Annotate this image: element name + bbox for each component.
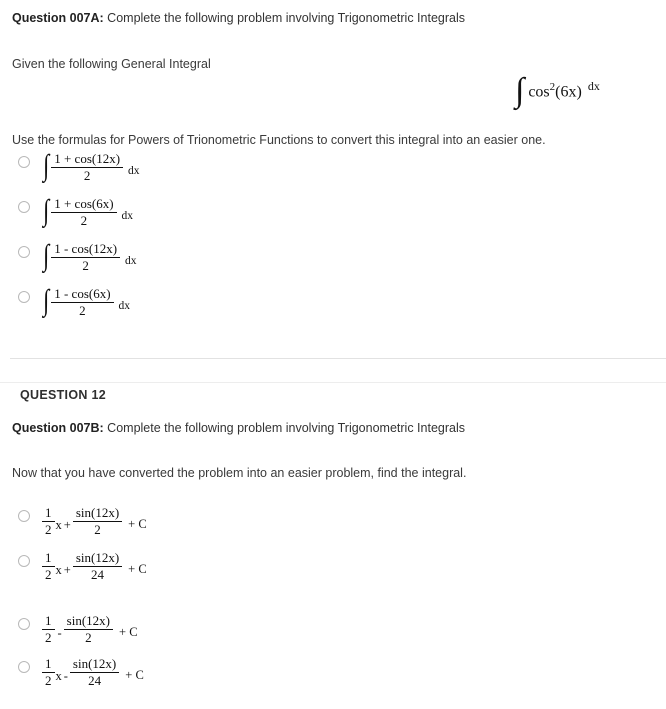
fraction: 1 + cos(12x) 2: [51, 152, 124, 183]
integral-symbol: ∫: [515, 72, 525, 109]
displayed-integral: ∫ cos2(6x) dx: [515, 72, 600, 110]
denominator: 2: [83, 167, 91, 183]
numerator: 1 + cos(12x): [51, 152, 124, 168]
operator: -: [57, 625, 62, 640]
question-007b-label: Question 007B:: [12, 421, 104, 435]
numerator: 1: [42, 551, 55, 567]
differential: dx: [587, 78, 600, 93]
numerator: 1 - cos(12x): [51, 242, 121, 258]
radio-b-option-1[interactable]: [18, 510, 30, 522]
quiz-page: Question 007A: Complete the following pr…: [0, 0, 666, 709]
section-divider-bottom: [0, 382, 666, 383]
variable: x: [55, 562, 62, 577]
question-007a-title: Complete the following problem involving…: [107, 11, 465, 25]
fraction: 1 + cos(6x) 2: [51, 197, 117, 228]
radio-a-option-4[interactable]: [18, 291, 30, 303]
option-a-4[interactable]: ∫ 1 - cos(6x) 2 dx: [42, 284, 131, 318]
option-b-3[interactable]: 1 2 - sin(12x) 2 + C: [42, 614, 138, 644]
denominator: 2: [45, 629, 52, 645]
question-007b-title: Complete the following problem involving…: [107, 421, 465, 435]
constant-term: + C: [128, 561, 147, 576]
operator: +: [63, 517, 71, 532]
constant-term: + C: [119, 624, 138, 639]
radio-b-option-4[interactable]: [18, 661, 30, 673]
leading-fraction: 1 2: [42, 657, 55, 687]
denominator: 2: [85, 629, 92, 645]
fraction: sin(12x) 2: [72, 506, 123, 537]
numerator: sin(12x): [63, 614, 114, 630]
option-a-2[interactable]: ∫ 1 + cos(6x) 2 dx: [42, 194, 134, 228]
numerator: sin(12x): [69, 657, 120, 673]
question-007a-prompt: Given the following General Integral: [12, 57, 211, 71]
argument: (6x): [555, 83, 582, 101]
fraction: sin(12x) 24: [72, 551, 123, 582]
constant-term: + C: [128, 516, 147, 531]
denominator: 2: [45, 566, 52, 582]
question-007a-instruction: Use the formulas for Powers of Trionomet…: [12, 133, 546, 147]
integrand: cos2(6x): [528, 81, 581, 101]
leading-fraction: 1 2: [42, 551, 55, 581]
fraction: 1 - cos(12x) 2: [51, 242, 121, 273]
denominator: 2: [94, 521, 101, 537]
question-007b-prompt: Now that you have converted the problem …: [12, 466, 467, 480]
denominator: 24: [88, 672, 102, 688]
option-b-4[interactable]: 1 2 x - sin(12x) 24 + C: [42, 657, 144, 687]
fraction: sin(12x) 2: [63, 614, 114, 645]
section-title: QUESTION 12: [20, 388, 106, 402]
option-a-3[interactable]: ∫ 1 - cos(12x) 2 dx: [42, 239, 137, 273]
cos-function: cos: [528, 83, 550, 101]
denominator: 24: [90, 566, 104, 582]
integral-symbol: ∫: [43, 284, 50, 318]
denominator: 2: [45, 521, 52, 537]
constant-term: + C: [125, 667, 144, 682]
radio-a-option-1[interactable]: [18, 156, 30, 168]
denominator: 2: [82, 257, 89, 273]
question-007a-heading: Question 007A: Complete the following pr…: [12, 10, 465, 26]
numerator: sin(12x): [72, 506, 123, 522]
numerator: sin(12x): [72, 551, 123, 567]
differential: dx: [125, 255, 137, 268]
option-b-1[interactable]: 1 2 x + sin(12x) 2 + C: [42, 506, 147, 536]
radio-b-option-2[interactable]: [18, 555, 30, 567]
denominator: 2: [80, 212, 88, 228]
operator: +: [63, 562, 71, 577]
differential: dx: [118, 300, 131, 313]
variable: x: [55, 668, 62, 683]
numerator: 1 - cos(6x): [51, 287, 114, 303]
question-007a-label: Question 007A:: [12, 11, 104, 25]
denominator: 2: [45, 672, 52, 688]
numerator: 1: [42, 506, 55, 522]
denominator: 2: [79, 302, 86, 318]
leading-fraction: 1 2: [42, 614, 55, 644]
integral-symbol: ∫: [43, 239, 50, 273]
radio-b-option-3[interactable]: [18, 618, 30, 630]
leading-fraction: 1 2: [42, 506, 55, 536]
radio-a-option-3[interactable]: [18, 246, 30, 258]
integral-symbol: ∫: [43, 149, 50, 183]
numerator: 1: [42, 614, 55, 630]
option-a-1[interactable]: ∫ 1 + cos(12x) 2 dx: [42, 149, 140, 183]
fraction: 1 - cos(6x) 2: [51, 287, 114, 318]
numerator: 1: [42, 657, 55, 673]
radio-a-option-2[interactable]: [18, 201, 30, 213]
question-007b-heading: Question 007B: Complete the following pr…: [12, 420, 465, 436]
operator: -: [63, 668, 68, 683]
integral-symbol: ∫: [43, 194, 50, 228]
numerator: 1 + cos(6x): [51, 197, 117, 213]
fraction: sin(12x) 24: [69, 657, 120, 688]
section-divider-top: [10, 358, 666, 359]
differential: dx: [121, 210, 134, 223]
option-b-2[interactable]: 1 2 x + sin(12x) 24 + C: [42, 551, 147, 581]
variable: x: [55, 517, 62, 532]
differential: dx: [128, 165, 140, 178]
